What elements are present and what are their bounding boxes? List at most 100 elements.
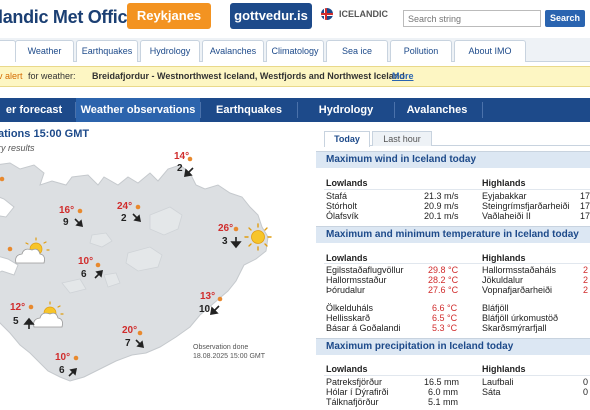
gottvedur-button[interactable]: gottvedur.is: [230, 3, 312, 29]
wind-highlands-label: Highlands: [482, 178, 526, 188]
tab-earthquakes[interactable]: Earthquakes: [76, 40, 138, 62]
precip-low-value: 6.0 mm: [428, 387, 459, 397]
temp-low-max-station[interactable]: Þórudalur: [326, 285, 365, 295]
temp-low-min-value: 6.6 °C: [432, 303, 458, 313]
nav-divider: [482, 102, 483, 118]
tab-about-imo[interactable]: About IMO: [454, 40, 526, 62]
search-button[interactable]: Search: [545, 10, 585, 27]
observations-subtitle: ry results: [0, 143, 35, 153]
temp-low-max-station[interactable]: Hallormsstaður: [326, 275, 387, 285]
nav-weather-forecast[interactable]: er forecast: [0, 98, 74, 122]
temp-high-min-station[interactable]: Bláfjöll úrkomustöð: [482, 313, 558, 323]
station-wind-speed: 6: [59, 365, 65, 376]
wind-low-station[interactable]: Stórholt: [326, 201, 357, 211]
temp-low-min-value: 5.3 °C: [432, 323, 458, 333]
imo-page: landic Met Office Reykjanes gottvedur.is…: [0, 0, 590, 410]
precip-low-station[interactable]: Hólar í Dýrafirði: [326, 387, 389, 397]
station-dot[interactable]: [137, 330, 143, 336]
station-wind-speed: 2: [121, 213, 127, 224]
tab-sea-ice[interactable]: Sea ice: [326, 40, 388, 62]
wind-lowlands-label: Lowlands: [326, 178, 368, 188]
wind-low-value: 20.1 m/s: [424, 211, 459, 221]
temp-high-max-value: 2: [583, 275, 589, 285]
divider: [324, 189, 590, 190]
wind-low-station[interactable]: Stafá: [326, 191, 347, 201]
station-wind-speed: 5: [13, 316, 19, 327]
region-button[interactable]: Reykjanes: [127, 3, 211, 29]
station-temp: 12°: [10, 302, 26, 313]
flag-icon[interactable]: [321, 8, 333, 20]
alert-more-link[interactable]: More: [392, 67, 414, 86]
tab-climatology[interactable]: Climatology: [266, 40, 324, 62]
wind-low-value: 20.9 m/s: [424, 201, 459, 211]
station-dot[interactable]: [233, 226, 239, 232]
station-wind-speed: 6: [81, 269, 87, 280]
station-dot[interactable]: [95, 262, 101, 268]
nav-earthquakes[interactable]: Earthquakes: [201, 98, 297, 122]
panel-tabs: Today Last hour: [324, 131, 590, 147]
weather-subnav: er forecast Weather observations Earthqu…: [0, 98, 590, 122]
nav-avalanches[interactable]: Avalanches: [395, 98, 479, 122]
station-dot[interactable]: [135, 204, 141, 210]
wind-low-station[interactable]: Ólafsvík: [326, 211, 359, 221]
observation-timestamp: 18.08.2025 15:00 GMT: [193, 353, 265, 360]
site-header: landic Met Office Reykjanes gottvedur.is…: [0, 0, 590, 36]
precip-low-value: 5.1 mm: [428, 397, 459, 407]
precip-high-station[interactable]: Sáta: [482, 387, 501, 397]
temp-highlands-label: Highlands: [482, 253, 526, 263]
temp-low-max-station[interactable]: Egilsstaðaflugvöllur: [326, 265, 404, 275]
temp-low-min-station[interactable]: Ölkelduháls: [326, 303, 373, 313]
tab-pollution[interactable]: Pollution: [390, 40, 452, 62]
temp-low-max-value: 29.8 °C: [428, 265, 459, 275]
wind-high-station[interactable]: Steingrímsfjarðarheiði: [482, 201, 570, 211]
precip-low-station[interactable]: Patreksfjörður: [326, 377, 382, 387]
nav-hydrology[interactable]: Hydrology: [298, 98, 394, 122]
station-dot[interactable]: [7, 246, 13, 252]
alert-text: for weather:: [28, 71, 76, 81]
station-dot[interactable]: [28, 304, 34, 310]
wind-arrow-icon: [210, 305, 220, 315]
temp-low-min-value: 6.5 °C: [432, 313, 458, 323]
observations-title: ations 15:00 GMT: [0, 128, 90, 140]
wind-high-value: 17: [580, 201, 590, 211]
tab-weather[interactable]: Weather: [15, 40, 74, 62]
temp-low-max-value: 27.6 °C: [428, 285, 459, 295]
search-input[interactable]: [403, 10, 541, 27]
temp-high-min-station[interactable]: Bláfjöll: [482, 303, 509, 313]
tab-avalanches[interactable]: Avalanches: [202, 40, 264, 62]
iceland-map[interactable]: [0, 155, 310, 410]
temp-high-max-station[interactable]: Vopnafjarðarheiði: [482, 285, 552, 295]
tab-home[interactable]: [0, 40, 16, 62]
tab-today[interactable]: Today: [324, 131, 370, 147]
nav-weather-observations[interactable]: Weather observations: [76, 98, 200, 122]
precip-high-value: 0: [583, 377, 589, 387]
temp-high-max-value: 2: [583, 285, 589, 295]
station-wind-speed: 2: [177, 163, 183, 174]
tab-last-hour[interactable]: Last hour: [372, 131, 432, 146]
wind-high-station[interactable]: Eyjabakkar: [482, 191, 527, 201]
station-temp: 16°: [59, 205, 75, 216]
station-wind-speed: 7: [125, 338, 131, 349]
weather-alert-bar: v alert for weather: Breidafjordur - Wes…: [0, 66, 590, 87]
precip-highlands-label: Highlands: [482, 364, 526, 374]
precip-high-station[interactable]: Laufbali: [482, 377, 514, 387]
temp-high-min-station[interactable]: Skarðsmýrarfjall: [482, 323, 547, 333]
max-min-temp-heading: Maximum and minimum temperature in Icela…: [316, 226, 590, 243]
station-dot[interactable]: [73, 355, 79, 361]
station-temp: 13°: [200, 291, 216, 302]
divider: [324, 263, 590, 264]
language-link[interactable]: ICELANDIC: [339, 9, 388, 19]
site-logo[interactable]: landic Met Office: [0, 7, 137, 28]
precip-low-station[interactable]: Tálknafjörður: [326, 397, 379, 407]
temp-low-min-station[interactable]: Básar á Goðalandi: [326, 323, 401, 333]
station-dot[interactable]: [217, 296, 223, 302]
temp-high-max-station[interactable]: Hallormsstaðaháls: [482, 265, 556, 275]
wind-low-value: 21.3 m/s: [424, 191, 459, 201]
tab-hydrology[interactable]: Hydrology: [140, 40, 200, 62]
wind-high-value: 17: [580, 211, 590, 221]
station-temp: 10°: [78, 256, 94, 267]
wind-high-station[interactable]: Vaðlaheiði II: [482, 211, 531, 221]
temp-low-min-station[interactable]: Hellisskarð: [326, 313, 370, 323]
station-dot[interactable]: [77, 208, 83, 214]
temp-high-max-station[interactable]: Jökuldalur: [482, 275, 523, 285]
